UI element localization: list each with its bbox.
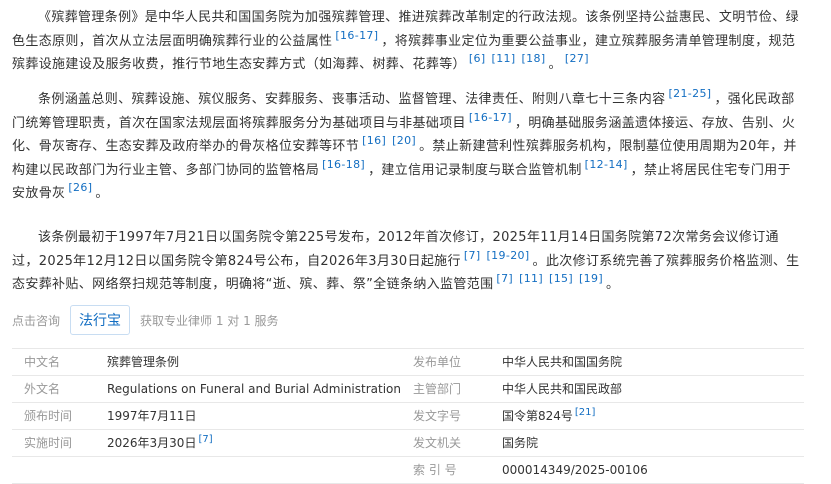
consult-bar: 点击咨询 法行宝 获取专业律师 1 对 1 服务: [12, 305, 279, 335]
info-value-text: 国令第824号: [502, 409, 573, 423]
info-value-text: 中华人民共和国民政部: [502, 382, 623, 396]
info-row: 索 引 号 000014349/2025-00106: [12, 457, 804, 484]
info-value: 2026年3月30日 [7]: [107, 430, 407, 456]
reference-link[interactable]: [20]: [392, 134, 416, 147]
info-label: 发文字号: [413, 409, 462, 423]
paragraph-text: 。: [548, 57, 562, 72]
info-value-text: 殡葬管理条例: [107, 355, 180, 369]
summary-paragraph-3: 该条例最初于1997年7月21日以国务院令第225号发布，2012年首次修订，2…: [12, 226, 802, 297]
reference-link[interactable]: [19]: [579, 272, 603, 285]
info-value: 1997年7月11日: [107, 403, 407, 429]
reference-link[interactable]: [16-17]: [335, 29, 378, 42]
reference-link[interactable]: [16]: [362, 134, 386, 147]
reference-link[interactable]: [16-17]: [469, 111, 512, 124]
reference-link[interactable]: [27]: [565, 52, 589, 65]
consult-label: 点击咨询: [12, 313, 61, 328]
reference-link[interactable]: [7]: [464, 249, 481, 262]
info-label: 索 引 号: [413, 463, 457, 477]
falvbao-button[interactable]: 法行宝: [70, 305, 131, 335]
info-label: 实施时间: [24, 436, 73, 450]
reference-link[interactable]: [26]: [68, 181, 92, 194]
info-label: 颁布时间: [24, 409, 73, 423]
reference-link[interactable]: [11]: [519, 272, 543, 285]
reference-link[interactable]: [7]: [198, 434, 212, 445]
reference-link[interactable]: [15]: [549, 272, 573, 285]
reference-link[interactable]: [11]: [492, 52, 516, 65]
info-value-text: Regulations on Funeral and Burial Admini…: [107, 382, 401, 396]
paragraph-text: 。: [606, 277, 620, 292]
lawyer-service-link[interactable]: 获取专业律师 1 对 1 服务: [140, 312, 279, 329]
info-label: 中文名: [24, 355, 61, 369]
info-label: 发布单位: [413, 355, 462, 369]
reference-link[interactable]: [21]: [575, 407, 596, 418]
info-value: [107, 457, 407, 483]
info-row: 外文名 Regulations on Funeral and Burial Ad…: [12, 376, 804, 403]
info-value-text: 中华人民共和国国务院: [502, 355, 623, 369]
reference-link[interactable]: [12-14]: [585, 158, 628, 171]
article-page: 《殡葬管理条例》是中华人民共和国国务院为加强殡葬管理、推进殡葬改革制定的行政法规…: [0, 0, 831, 484]
info-label: 发文机关: [413, 436, 462, 450]
info-value: 殡葬管理条例: [107, 349, 407, 375]
info-value: 中华人民共和国国务院: [502, 349, 622, 375]
reference-link[interactable]: [18]: [522, 52, 546, 65]
basic-info-table: 中文名 殡葬管理条例 发布单位 中华人民共和国国务院 外文名 Regulatio…: [12, 348, 804, 484]
info-value: 000014349/2025-00106: [502, 457, 648, 483]
info-value: 国务院: [502, 430, 538, 456]
info-row: 颁布时间 1997年7月11日 发文字号 国令第824号 [21]: [12, 403, 804, 430]
paragraph-text: 。: [95, 186, 109, 201]
summary-paragraph-1: 《殡葬管理条例》是中华人民共和国国务院为加强殡葬管理、推进殡葬改革制定的行政法规…: [12, 6, 802, 77]
info-row: 实施时间 2026年3月30日 [7] 发文机关 国务院: [12, 430, 804, 457]
info-value: 中华人民共和国民政部: [502, 376, 622, 402]
info-label: [12, 457, 107, 483]
reference-link[interactable]: [19-20]: [487, 249, 530, 262]
reference-link[interactable]: [7]: [496, 272, 513, 285]
info-row: 中文名 殡葬管理条例 发布单位 中华人民共和国国务院: [12, 349, 804, 376]
reference-link[interactable]: [6]: [469, 52, 486, 65]
info-value: Regulations on Funeral and Burial Admini…: [107, 376, 407, 402]
info-label: 外文名: [24, 382, 61, 396]
info-label: 主管部门: [413, 382, 462, 396]
summary-paragraph-2: 条例涵盖总则、殡葬设施、殡仪服务、安葬服务、丧事活动、监督管理、法律责任、附则八…: [12, 88, 802, 206]
info-value-text: 1997年7月11日: [107, 409, 197, 423]
reference-link[interactable]: [21-25]: [668, 87, 711, 100]
info-value-text: 国务院: [502, 436, 539, 450]
info-value-text: 2026年3月30日: [107, 436, 197, 450]
info-value: 国令第824号 [21]: [502, 403, 597, 429]
info-value-text: 000014349/2025-00106: [502, 463, 648, 477]
paragraph-text: ，建立信用记录制度与联合监管机制: [368, 162, 582, 178]
reference-link[interactable]: [16-18]: [322, 158, 365, 171]
paragraph-text: 条例涵盖总则、殡葬设施、殡仪服务、安葬服务、丧事活动、监督管理、法律责任、附则八…: [38, 92, 666, 107]
